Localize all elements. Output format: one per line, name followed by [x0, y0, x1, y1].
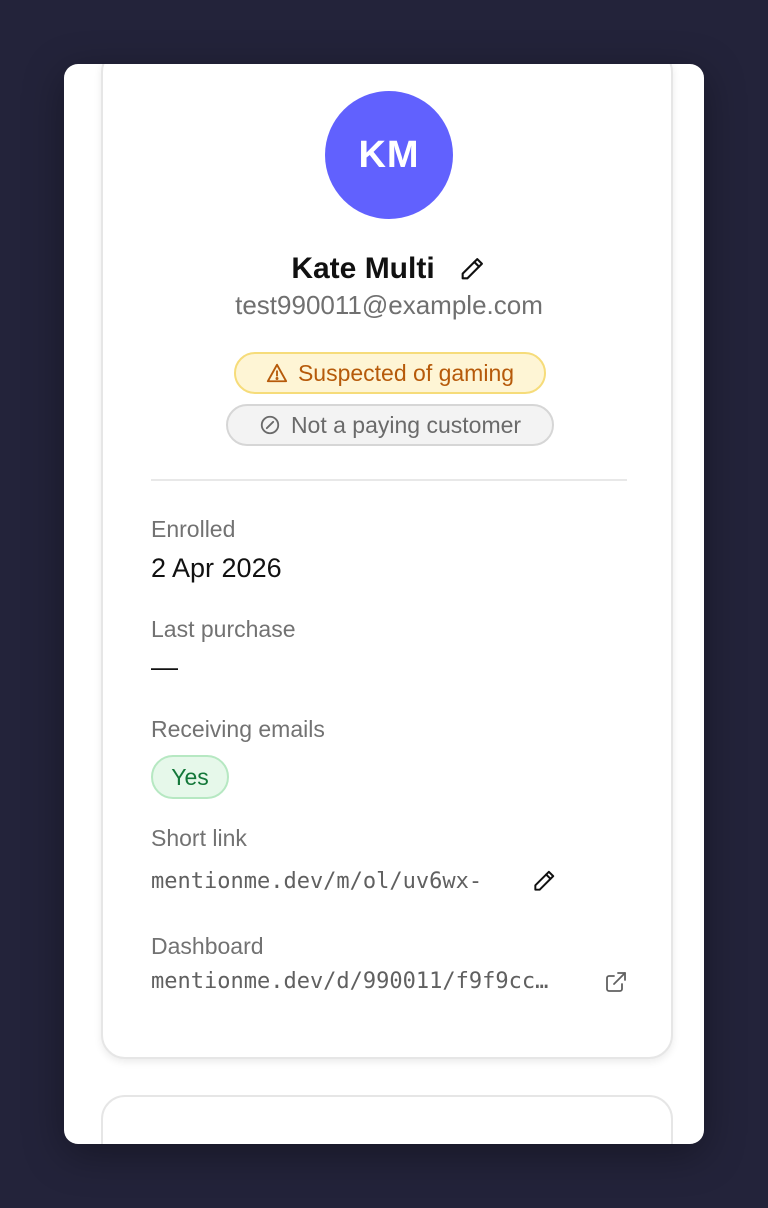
- last-purchase-label: Last purchase: [151, 616, 296, 642]
- pencil-icon: [461, 258, 483, 280]
- open-dashboard-button[interactable]: [602, 968, 630, 996]
- not-paying-badge: Not a paying customer: [226, 404, 554, 446]
- external-link-icon: [606, 972, 626, 992]
- prohibited-icon: [260, 415, 280, 435]
- avatar-initials: KM: [358, 133, 420, 176]
- secondary-card: [101, 1095, 673, 1144]
- enrolled-value: 2 Apr 2026: [151, 553, 282, 583]
- receiving-emails-badge: Yes: [151, 755, 229, 799]
- name-row: Kate Multi: [103, 252, 675, 286]
- enrolled-label: Enrolled: [151, 516, 236, 542]
- pencil-icon: [534, 870, 555, 891]
- short-link-label: Short link: [151, 825, 247, 851]
- short-link-value: mentionme.dev/m/ol/uv6wx-: [151, 869, 483, 894]
- avatar: KM: [325, 91, 453, 219]
- edit-name-button[interactable]: [457, 254, 487, 284]
- edit-short-link-button[interactable]: [530, 867, 558, 895]
- divider: [151, 479, 627, 481]
- customer-name: Kate Multi: [291, 252, 435, 285]
- app-frame: KM Kate Multi test990011@example.com Sus…: [64, 64, 704, 1144]
- dashboard-label: Dashboard: [151, 933, 264, 959]
- last-purchase-value: —: [151, 652, 178, 682]
- not-paying-label: Not a paying customer: [290, 411, 522, 438]
- receiving-emails-label: Receiving emails: [151, 716, 325, 742]
- customer-profile-card: KM Kate Multi test990011@example.com Sus…: [101, 64, 673, 1059]
- warning-triangle-icon: [266, 363, 288, 383]
- receiving-emails-value: Yes: [171, 763, 209, 790]
- dashboard-link[interactable]: mentionme.dev/d/990011/f9f9cc…: [151, 969, 548, 994]
- suspected-gaming-badge: Suspected of gaming: [234, 352, 546, 394]
- customer-email: test990011@example.com: [235, 290, 543, 320]
- suspected-gaming-label: Suspected of gaming: [297, 359, 515, 386]
